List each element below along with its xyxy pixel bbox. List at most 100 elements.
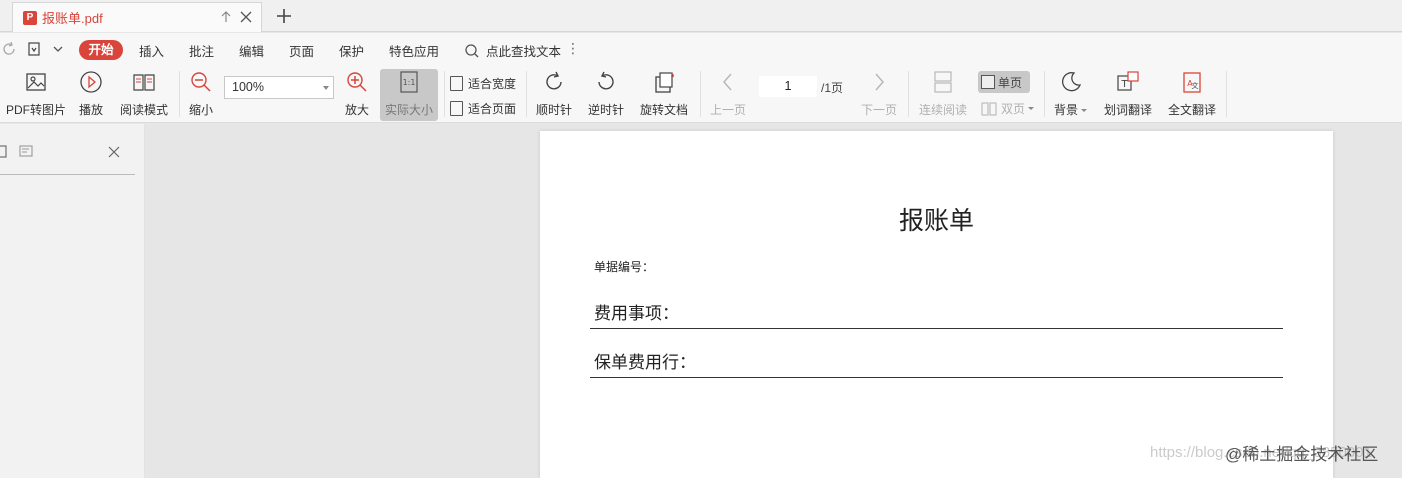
document-tab[interactable]: P 报账单.pdf [12,2,262,32]
chevron-down-icon[interactable] [52,41,64,57]
zoom-out-icon [188,69,214,95]
word-translate-icon: T [1115,69,1141,95]
fit-width-label: 适合宽度 [468,77,517,91]
tab-bar: P 报账单.pdf [0,0,1402,32]
thumbnail-icon[interactable] [0,145,8,159]
continuous-reading-button[interactable]: 连续阅读 [919,69,967,121]
tab-title: 报账单.pdf [42,11,103,26]
new-tab-icon[interactable] [274,6,294,26]
divider [179,71,180,117]
close-panel-icon[interactable] [108,146,120,158]
background-button[interactable]: 背景 [1054,69,1088,121]
play-label: 播放 [78,103,103,117]
expense-item-field: 费用事项： [590,299,1283,329]
dropdown-arrow-icon [323,86,329,90]
double-page-label: 双页 [1001,102,1026,116]
rotate-document-icon [651,69,677,95]
rotate-counterclockwise-button[interactable]: 逆时针 [588,69,624,121]
document-title: 报账单 [898,206,974,235]
reading-mode-button[interactable]: 阅读模式 [120,69,168,121]
menu-page[interactable]: 页面 [289,41,314,60]
rotate-document-label: 旋转文档 [640,103,689,117]
side-panel [0,124,145,478]
document-page: 报账单 单据编号： 费用事项： 保单费用行： [540,131,1333,478]
divider [1044,71,1045,117]
page-total: /1页 [821,81,844,95]
rotate-counterclockwise-label: 逆时针 [588,103,625,117]
next-page-label: 下一页 [861,103,898,117]
svg-text:T: T [1120,79,1128,90]
svg-text:文: 文 [1192,81,1199,90]
single-page-label: 单页 [998,75,1023,90]
divider [444,71,445,117]
policy-expense-field: 保单费用行： [590,348,1283,378]
fit-page-button[interactable]: 适合页面 [450,100,516,117]
bookmark-icon[interactable] [19,145,33,159]
full-translate-icon: A文 [1179,69,1205,95]
actual-size-button[interactable]: 1:1 实际大小 [380,69,438,121]
single-page-button[interactable]: 单页 [978,71,1030,93]
menu-bar: 开始 插入 批注 编辑 页面 保护 特色应用 点此查找文本 ⋮ [0,33,1402,65]
double-page-icon [981,101,997,116]
zoom-in-button[interactable]: 放大 [344,69,370,121]
zoom-select[interactable]: 100% [224,76,334,99]
menu-protect[interactable]: 保护 [339,41,364,60]
rotate-clockwise-button[interactable]: 顺时针 [536,69,572,121]
play-icon [78,69,104,95]
word-translate-label: 划词翻译 [1104,103,1153,117]
menu-annotate[interactable]: 批注 [189,41,214,60]
document-number-label: 单据编号： [594,260,655,274]
print-icon[interactable] [26,41,42,57]
chevron-left-icon [715,69,741,95]
menu-edit[interactable]: 编辑 [239,41,264,60]
find-text-label: 点此查找文本 [486,45,562,59]
zoom-out-button[interactable]: 缩小 [188,69,214,121]
rotate-counterclockwise-icon [593,69,619,95]
background-label: 背景 [1054,101,1088,118]
search-icon [465,43,479,57]
play-button[interactable]: 播放 [78,69,104,121]
actual-size-icon: 1:1 [396,69,422,95]
zoom-in-icon [344,69,370,95]
fit-width-icon [450,76,463,91]
single-page-icon [981,75,995,89]
actual-size-label: 实际大小 [384,103,433,117]
find-text-button[interactable]: 点此查找文本 [464,41,561,60]
next-page-button[interactable]: 下一页 [861,69,897,121]
pdf-to-image-label: PDF转图片 [6,103,67,117]
full-translate-button[interactable]: A文 全文翻译 [1168,69,1216,121]
redo-icon[interactable] [2,41,18,57]
reading-mode-label: 阅读模式 [120,103,169,117]
fit-page-label: 适合页面 [468,102,517,116]
divider [526,71,527,117]
zoom-value: 100% [232,80,264,94]
menu-insert[interactable]: 插入 [139,41,164,60]
menu-features[interactable]: 特色应用 [389,41,439,60]
prev-page-label: 上一页 [710,103,747,117]
continuous-reading-icon [930,69,956,95]
moon-icon [1058,69,1084,95]
divider [1226,71,1227,117]
zoom-out-label: 缩小 [188,103,213,117]
prev-page-button[interactable]: 上一页 [710,69,746,121]
fit-width-button[interactable]: 适合宽度 [450,75,516,92]
rotate-clockwise-label: 顺时针 [536,103,573,117]
divider [908,71,909,117]
close-icon[interactable] [239,10,253,24]
brand-watermark: @稀土掘金技术社区 [1225,445,1379,464]
zoom-in-label: 放大 [344,103,369,117]
pdf-to-image-button[interactable]: PDF转图片 [6,69,66,121]
fit-page-icon [450,101,463,116]
page-number-input[interactable]: 1 [759,76,817,97]
pin-icon[interactable] [219,10,233,24]
more-menu-icon[interactable]: ⋮ [566,41,580,55]
chevron-right-icon [866,69,892,95]
book-icon [131,69,157,95]
ribbon-toolbar: PDF转图片 播放 阅读模式 缩小 放大 1:1 实际大小 顺时针 逆时针 旋转… [0,65,1402,123]
word-translate-button[interactable]: T 划词翻译 [1104,69,1152,121]
double-page-button[interactable]: 双页 [981,100,1035,117]
svg-text:1:1: 1:1 [403,78,416,87]
rotate-document-button[interactable]: 旋转文档 [640,69,688,121]
full-translate-label: 全文翻译 [1168,103,1217,117]
menu-start[interactable]: 开始 [79,40,123,60]
